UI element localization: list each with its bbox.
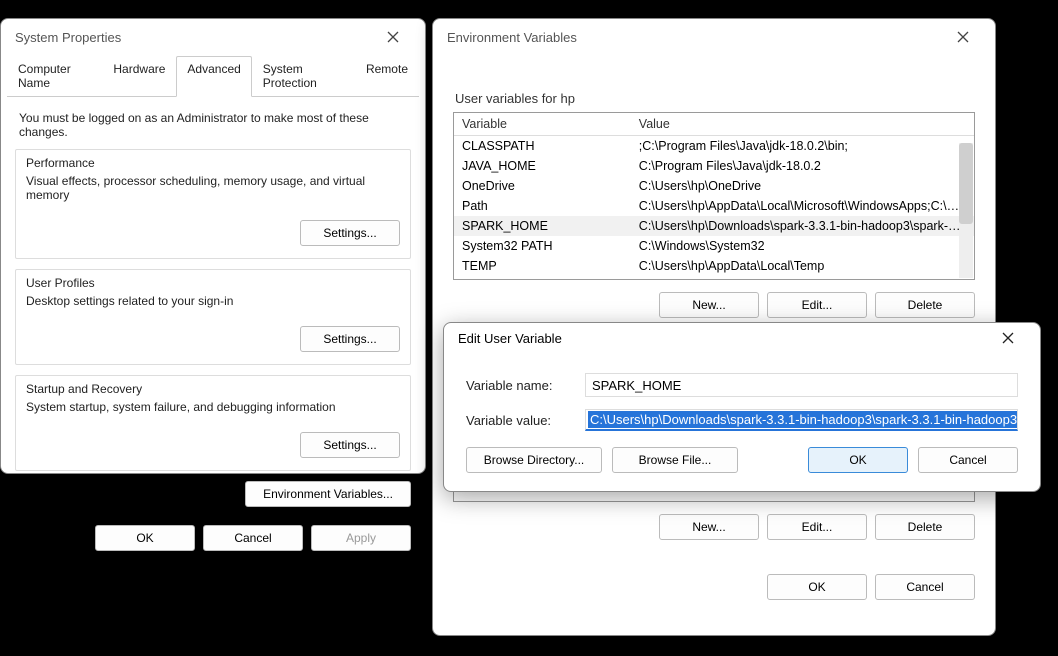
close-icon[interactable] [988, 324, 1028, 352]
titlebar: Edit User Variable [444, 323, 1040, 353]
admin-note: You must be logged on as an Administrato… [19, 111, 411, 139]
user-vars-buttons: New... Edit... Delete [453, 292, 975, 318]
editvar-cancel-button[interactable]: Cancel [918, 447, 1018, 473]
var-name-cell: OneDrive [454, 176, 631, 196]
scrollbar[interactable] [959, 143, 973, 278]
scrollbar-thumb[interactable] [959, 143, 973, 224]
user-profiles-desc: Desktop settings related to your sign-in [26, 294, 400, 308]
var-name-cell: CLASSPATH [454, 136, 631, 157]
startup-settings-button[interactable]: Settings... [300, 432, 400, 458]
var-name-cell: TEMP [454, 256, 631, 276]
user-profiles-group: User Profiles Desktop settings related t… [15, 269, 411, 365]
close-icon[interactable] [943, 23, 983, 51]
user-profiles-title: User Profiles [26, 276, 400, 290]
variable-value-row: Variable value: C:\Users\hp\Downloads\sp… [444, 403, 1040, 437]
variable-name-row: Variable name: [444, 367, 1040, 403]
variable-value-input[interactable]: C:\Users\hp\Downloads\spark-3.3.1-bin-ha… [585, 409, 1018, 431]
env-cancel-button[interactable]: Cancel [875, 574, 975, 600]
table-row[interactable]: PathC:\Users\hp\AppData\Local\Microsoft\… [454, 196, 974, 216]
tab-remote[interactable]: Remote [355, 56, 419, 97]
variable-name-input[interactable] [585, 373, 1018, 397]
table-row[interactable]: System32 PATHC:\Windows\System32 [454, 236, 974, 256]
system-properties-window: System Properties Computer Name Hardware… [0, 18, 426, 474]
table-row[interactable]: JAVA_HOMEC:\Program Files\Java\jdk-18.0.… [454, 156, 974, 176]
user-delete-button[interactable]: Delete [875, 292, 975, 318]
browse-directory-button[interactable]: Browse Directory... [466, 447, 602, 473]
editvar-button-bar: Browse Directory... Browse File... OK Ca… [444, 437, 1040, 489]
dialog-title: Edit User Variable [458, 331, 562, 346]
tab-advanced[interactable]: Advanced [176, 56, 251, 97]
table-row[interactable]: SPARK_HOMEC:\Users\hp\Downloads\spark-3.… [454, 216, 974, 236]
performance-settings-button[interactable]: Settings... [300, 220, 400, 246]
startup-desc: System startup, system failure, and debu… [26, 400, 400, 414]
performance-title: Performance [26, 156, 400, 170]
system-edit-button[interactable]: Edit... [767, 514, 867, 540]
cancel-button[interactable]: Cancel [203, 525, 303, 551]
advanced-panel: You must be logged on as an Administrato… [1, 97, 425, 517]
var-value-cell: C:\Windows\System32 [631, 236, 974, 256]
sysprops-button-row: OK Cancel Apply [1, 517, 425, 563]
startup-title: Startup and Recovery [26, 382, 400, 396]
tab-computer-name[interactable]: Computer Name [7, 56, 102, 97]
var-value-cell: C:\Users\hp\OneDrive [631, 176, 974, 196]
system-vars-buttons: New... Edit... Delete [453, 514, 975, 540]
titlebar: Environment Variables [433, 19, 995, 55]
var-name-cell: System32 PATH [454, 236, 631, 256]
var-value-cell: C:\Program Files\Java\jdk-18.0.2 [631, 156, 974, 176]
editvar-ok-button[interactable]: OK [808, 447, 908, 473]
col-value[interactable]: Value [631, 113, 974, 136]
user-new-button[interactable]: New... [659, 292, 759, 318]
system-new-button[interactable]: New... [659, 514, 759, 540]
edit-user-variable-dialog: Edit User Variable Variable name: Variab… [443, 322, 1041, 492]
user-profiles-settings-button[interactable]: Settings... [300, 326, 400, 352]
apply-button[interactable]: Apply [311, 525, 411, 551]
tab-hardware[interactable]: Hardware [102, 56, 176, 97]
table-row[interactable]: OneDriveC:\Users\hp\OneDrive [454, 176, 974, 196]
var-name-cell: SPARK_HOME [454, 216, 631, 236]
var-value-cell: ;C:\Program Files\Java\jdk-18.0.2\bin; [631, 136, 974, 157]
user-edit-button[interactable]: Edit... [767, 292, 867, 318]
var-value-cell: C:\Users\hp\AppData\Local\Temp [631, 256, 974, 276]
close-icon[interactable] [373, 23, 413, 51]
var-value-cell: C:\Users\hp\Downloads\spark-3.3.1-bin-ha… [631, 216, 974, 236]
variable-value-label: Variable value: [466, 413, 571, 428]
system-delete-button[interactable]: Delete [875, 514, 975, 540]
performance-group: Performance Visual effects, processor sc… [15, 149, 411, 259]
table-row[interactable]: TEMPC:\Users\hp\AppData\Local\Temp [454, 256, 974, 276]
window-title: Environment Variables [447, 30, 577, 45]
env-dialog-buttons: OK Cancel [453, 574, 975, 600]
titlebar: System Properties [1, 19, 425, 55]
variable-value-text: C:\Users\hp\Downloads\spark-3.3.1-bin-ha… [588, 411, 1018, 428]
col-variable[interactable]: Variable [454, 113, 631, 136]
var-name-cell: JAVA_HOME [454, 156, 631, 176]
env-ok-button[interactable]: OK [767, 574, 867, 600]
user-variables-list[interactable]: Variable Value CLASSPATH;C:\Program File… [453, 112, 975, 280]
user-variables-label: User variables for hp [455, 91, 973, 106]
environment-variables-button[interactable]: Environment Variables... [245, 481, 411, 507]
table-row[interactable]: CLASSPATH;C:\Program Files\Java\jdk-18.0… [454, 136, 974, 157]
performance-desc: Visual effects, processor scheduling, me… [26, 174, 400, 202]
tab-system-protection[interactable]: System Protection [252, 56, 355, 97]
browse-file-button[interactable]: Browse File... [612, 447, 738, 473]
var-value-cell: C:\Users\hp\AppData\Local\Microsoft\Wind… [631, 196, 974, 216]
sysprops-tabs: Computer Name Hardware Advanced System P… [7, 55, 419, 97]
var-name-cell: Path [454, 196, 631, 216]
startup-recovery-group: Startup and Recovery System startup, sys… [15, 375, 411, 471]
window-title: System Properties [15, 30, 121, 45]
ok-button[interactable]: OK [95, 525, 195, 551]
variable-name-label: Variable name: [466, 378, 571, 393]
